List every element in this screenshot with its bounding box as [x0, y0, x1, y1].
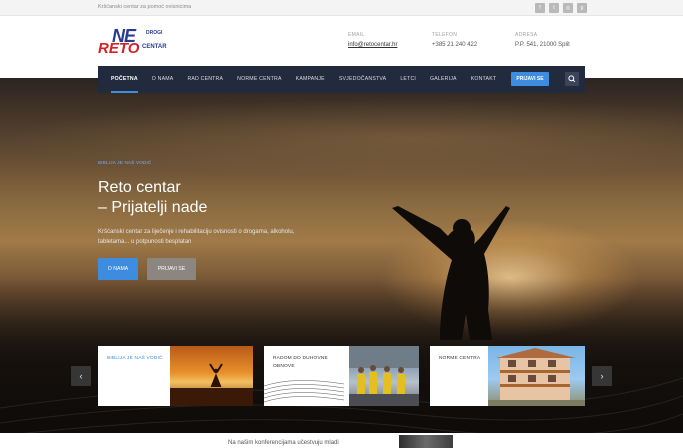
main-navigation: POČETNA O NAMA RAD CENTRA NORME CENTRA K…	[98, 66, 585, 93]
logo-reto: RETO	[98, 40, 140, 57]
feature-card-bible[interactable]: BIBLIJA JE NAŠ VODIČ	[98, 346, 253, 406]
nav-item-o-nama[interactable]: O NAMA	[145, 66, 181, 93]
contact-email: EMAIL info@retocentar.hr	[348, 32, 397, 48]
nav-signup-button[interactable]: PRIJAVI SE	[511, 72, 549, 86]
card-title: RADOM DO DUHOVNE OBNOVE	[273, 356, 328, 369]
social-links: f t ◎ g	[535, 3, 587, 13]
email-link[interactable]: info@retocentar.hr	[348, 42, 397, 48]
hero-title-line1: Reto centar	[98, 179, 181, 196]
nav-item-galerija[interactable]: GALERIJA	[423, 66, 464, 93]
feature-card-norms[interactable]: NORME CENTRA	[430, 346, 585, 406]
email-label: EMAIL	[348, 32, 365, 38]
card-image-building	[488, 346, 585, 406]
site-logo[interactable]: NE DROGI RETO CENTAR	[98, 26, 178, 60]
phone-value: +385 21 240 422	[432, 42, 478, 48]
card-image-workers	[349, 346, 419, 406]
hero-description: Kršćanski centar za liječenje i rehabili…	[98, 229, 295, 245]
nav-item-kampanje[interactable]: KAMPANJE	[289, 66, 332, 93]
about-button[interactable]: O NAMA	[98, 258, 138, 280]
contact-phone: TELEFON +385 21 240 422	[432, 32, 477, 48]
feature-card-work[interactable]: RADOM DO DUHOVNE OBNOVE	[264, 346, 419, 406]
address-value: P.P. 541, 21000 Split	[515, 42, 570, 48]
content-section: Na našim konferencijama učestvuju mladi	[0, 433, 683, 448]
hero-kicker: BIBLIJA JE NAŠ VODIČ	[98, 160, 152, 165]
card-image-sunset	[170, 346, 253, 406]
slider-prev-button[interactable]: ‹	[71, 366, 91, 386]
card-title: BIBLIJA JE NAŠ VODIČ	[107, 356, 163, 361]
search-icon	[568, 75, 576, 83]
nav-items: POČETNA O NAMA RAD CENTRA NORME CENTRA K…	[104, 66, 503, 93]
signup-button[interactable]: PRIJAVI SE	[147, 258, 196, 280]
chevron-left-icon: ‹	[79, 371, 83, 381]
nav-item-kontakt[interactable]: KONTAKT	[464, 66, 504, 93]
twitter-icon[interactable]: t	[549, 3, 559, 13]
address-label: ADRESA	[515, 32, 538, 38]
nav-item-pocetna[interactable]: POČETNA	[104, 66, 145, 93]
top-bar: Kršćanski centar za pomoć ovisnicima f t…	[0, 0, 683, 16]
hero-title-line2: – Prijatelji nade	[98, 199, 208, 216]
nav-item-svjedocanstva[interactable]: SVJEDOČANSTVA	[332, 66, 393, 93]
search-button[interactable]	[565, 72, 579, 86]
logo-drogi: DROGI	[146, 30, 163, 36]
site-tagline: Kršćanski centar za pomoć ovisnicima	[98, 4, 192, 10]
facebook-icon[interactable]: f	[535, 3, 545, 13]
hero-title: Reto centar – Prijatelji nade	[98, 178, 207, 218]
chevron-right-icon: ›	[600, 371, 604, 381]
logo-centar: CENTAR	[142, 44, 167, 50]
phone-label: TELEFON	[432, 32, 458, 38]
section-image	[399, 435, 453, 448]
nav-item-norme-centra[interactable]: NORME CENTRA	[230, 66, 288, 93]
instagram-icon[interactable]: ◎	[563, 3, 573, 13]
contact-address: ADRESA P.P. 541, 21000 Split	[515, 32, 570, 48]
slider-next-button[interactable]: ›	[592, 366, 612, 386]
section-text: Na našim konferencijama učestvuju mladi	[228, 440, 339, 446]
nav-item-letci[interactable]: LETCI	[393, 66, 423, 93]
google-plus-icon[interactable]: g	[577, 3, 587, 13]
nav-item-rad-centra[interactable]: RAD CENTRA	[180, 66, 230, 93]
